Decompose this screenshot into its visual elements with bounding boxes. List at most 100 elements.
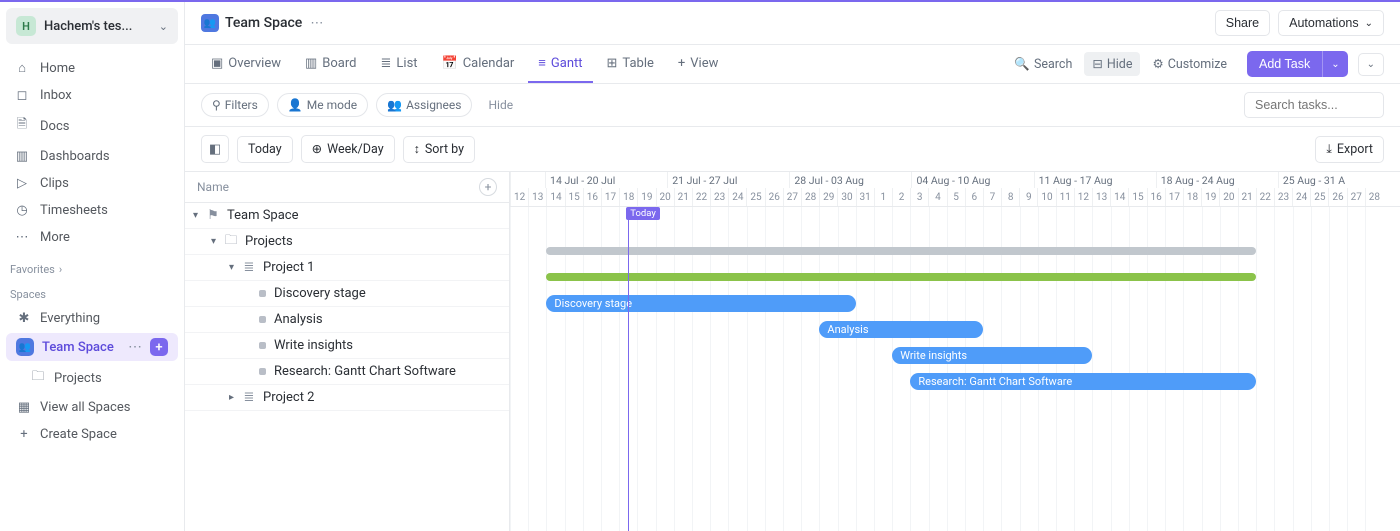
caret-icon[interactable]: ▾ (193, 210, 205, 221)
nav-dashboards[interactable]: ▥Dashboards (0, 143, 184, 170)
nav-docs[interactable]: 🗎Docs (0, 109, 184, 143)
task-row[interactable]: ▸≣Project 2 (185, 385, 509, 411)
gantt-bar[interactable]: Analysis (819, 321, 983, 338)
day-header: 13 (1092, 188, 1110, 206)
spaces-label: Spaces (10, 288, 46, 301)
nav-more[interactable]: ⋯ More (0, 224, 184, 251)
status-dot (259, 290, 266, 297)
chevron-right-icon: › (59, 263, 62, 276)
space-team-space[interactable]: 👥 Team Space ⋯ + (6, 333, 178, 361)
tab-gantt[interactable]: ≡Gantt (528, 45, 592, 83)
add-view-label: View (690, 56, 718, 71)
hide-filters-button[interactable]: Hide (488, 98, 513, 112)
more-icon: ⋯ (14, 230, 30, 245)
space-everything[interactable]: ✱Everything (6, 306, 178, 331)
panel-toggle-button[interactable]: ◧ (201, 135, 229, 163)
caret-icon[interactable]: ▸ (229, 392, 241, 403)
search-tasks-input[interactable] (1244, 92, 1384, 118)
day-header: 19 (637, 188, 655, 206)
gantt-bar[interactable] (546, 247, 1256, 255)
space-add-button[interactable]: + (150, 338, 168, 356)
day-header: 15 (1128, 188, 1146, 206)
day-header: 25 (1310, 188, 1328, 206)
export-button[interactable]: ⤓Export (1315, 136, 1384, 163)
task-row[interactable]: Analysis (185, 307, 509, 333)
search-tool[interactable]: 🔍Search (1006, 53, 1080, 76)
tab-overview[interactable]: ▣Overview (201, 46, 291, 83)
tab-overview-label: Overview (228, 56, 281, 71)
plus-icon: + (678, 56, 685, 71)
inbox-icon: ◻ (14, 88, 30, 103)
day-header: 28 (801, 188, 819, 206)
task-row[interactable]: ▾🗀Projects (185, 229, 509, 255)
sidebar-folder-projects[interactable]: 🗀Projects (0, 362, 184, 394)
nav-inbox[interactable]: ◻Inbox (0, 82, 184, 109)
create-space[interactable]: +Create Space (6, 422, 178, 447)
nav-home[interactable]: ⌂Home (0, 54, 184, 82)
view-all-spaces[interactable]: ▦View all Spaces (6, 395, 178, 420)
task-row[interactable]: Write insights (185, 333, 509, 359)
status-dot (259, 342, 266, 349)
add-task-button[interactable]: Add Task (1247, 51, 1322, 77)
chevron-down-icon: ⌄ (159, 20, 168, 33)
gantt-bar[interactable]: Write insights (892, 347, 1092, 364)
gantt-bar[interactable]: Discovery stage (546, 295, 855, 312)
favorites-section[interactable]: Favorites› (0, 255, 184, 280)
day-header: 22 (1256, 188, 1274, 206)
day-header: 16 (1147, 188, 1165, 206)
task-row[interactable]: ▾⚑Team Space (185, 203, 509, 229)
me-mode-label: Me mode (307, 98, 357, 112)
hide-tool[interactable]: ⊟Hide (1084, 52, 1140, 76)
add-column-button[interactable]: + (479, 178, 497, 196)
tab-list[interactable]: ≣List (371, 46, 428, 83)
gantt-bar[interactable]: Research: Gantt Chart Software (910, 373, 1256, 390)
gear-icon: ⚙ (1152, 56, 1163, 72)
nav-timesheets[interactable]: ◷Timesheets (0, 197, 184, 224)
search-label: Search (1034, 57, 1072, 72)
automations-label: Automations (1289, 16, 1358, 30)
view-more-button[interactable]: ⌄ (1358, 53, 1384, 76)
task-row[interactable]: Research: Gantt Chart Software (185, 359, 509, 385)
zoom-button[interactable]: ⊕Week/Day (301, 135, 395, 163)
day-header: 22 (692, 188, 710, 206)
tab-calendar-label: Calendar (463, 56, 515, 71)
workspace-switcher[interactable]: H Hachem's tes... ⌄ (6, 8, 178, 44)
automations-button[interactable]: Automations⌄ (1278, 10, 1384, 36)
week-header: 04 Aug - 10 Aug (911, 172, 1033, 188)
nav-more-label: More (40, 230, 70, 245)
day-header: 20 (1219, 188, 1237, 206)
day-header: 23 (710, 188, 728, 206)
caret-icon[interactable]: ▾ (229, 262, 241, 273)
sidebar: H Hachem's tes... ⌄ ⌂Home ◻Inbox 🗎Docs ▥… (0, 2, 185, 531)
task-row[interactable]: Discovery stage (185, 281, 509, 307)
filters-button[interactable]: ⚲Filters (201, 93, 269, 117)
tab-table[interactable]: ⊞Table (597, 46, 664, 83)
week-header: 14 Jul - 20 Jul (545, 172, 667, 188)
tab-board[interactable]: ▥Board (295, 46, 367, 83)
share-button[interactable]: Share (1215, 10, 1270, 36)
nav-clips[interactable]: ▷Clips (0, 170, 184, 197)
workspace-avatar: H (16, 16, 36, 36)
add-view-button[interactable]: + View (668, 46, 729, 83)
filters-label: Filters (225, 98, 258, 112)
breadcrumb-space[interactable]: 👥 Team Space (201, 14, 302, 32)
sort-button[interactable]: ↕Sort by (403, 136, 475, 163)
gantt-bar[interactable] (546, 273, 1256, 281)
add-task-dropdown[interactable]: ⌄ (1322, 51, 1347, 77)
week-header: 11 Aug - 17 Aug (1034, 172, 1156, 188)
breadcrumb-more-icon[interactable]: ⋯ (310, 16, 323, 31)
day-header: 3 (910, 188, 928, 206)
main-area: 👥 Team Space ⋯ Share Automations⌄ ▣Overv… (185, 2, 1400, 531)
space-options-icon[interactable]: ⋯ (128, 339, 142, 355)
day-header: 20 (656, 188, 674, 206)
caret-icon[interactable]: ▾ (211, 236, 223, 247)
today-button[interactable]: Today (237, 136, 293, 163)
tab-calendar[interactable]: 📅Calendar (432, 46, 525, 83)
task-row[interactable]: ▾≣Project 1 (185, 255, 509, 281)
list-icon: ≣ (381, 56, 392, 71)
me-mode-button[interactable]: 👤Me mode (277, 93, 368, 117)
assignees-button[interactable]: 👥Assignees (376, 93, 472, 117)
customize-tool[interactable]: ⚙Customize (1144, 52, 1235, 76)
timeline[interactable]: 14 Jul - 20 Jul21 Jul - 27 Jul28 Jul - 0… (510, 172, 1400, 531)
home-icon: ⌂ (14, 60, 30, 76)
